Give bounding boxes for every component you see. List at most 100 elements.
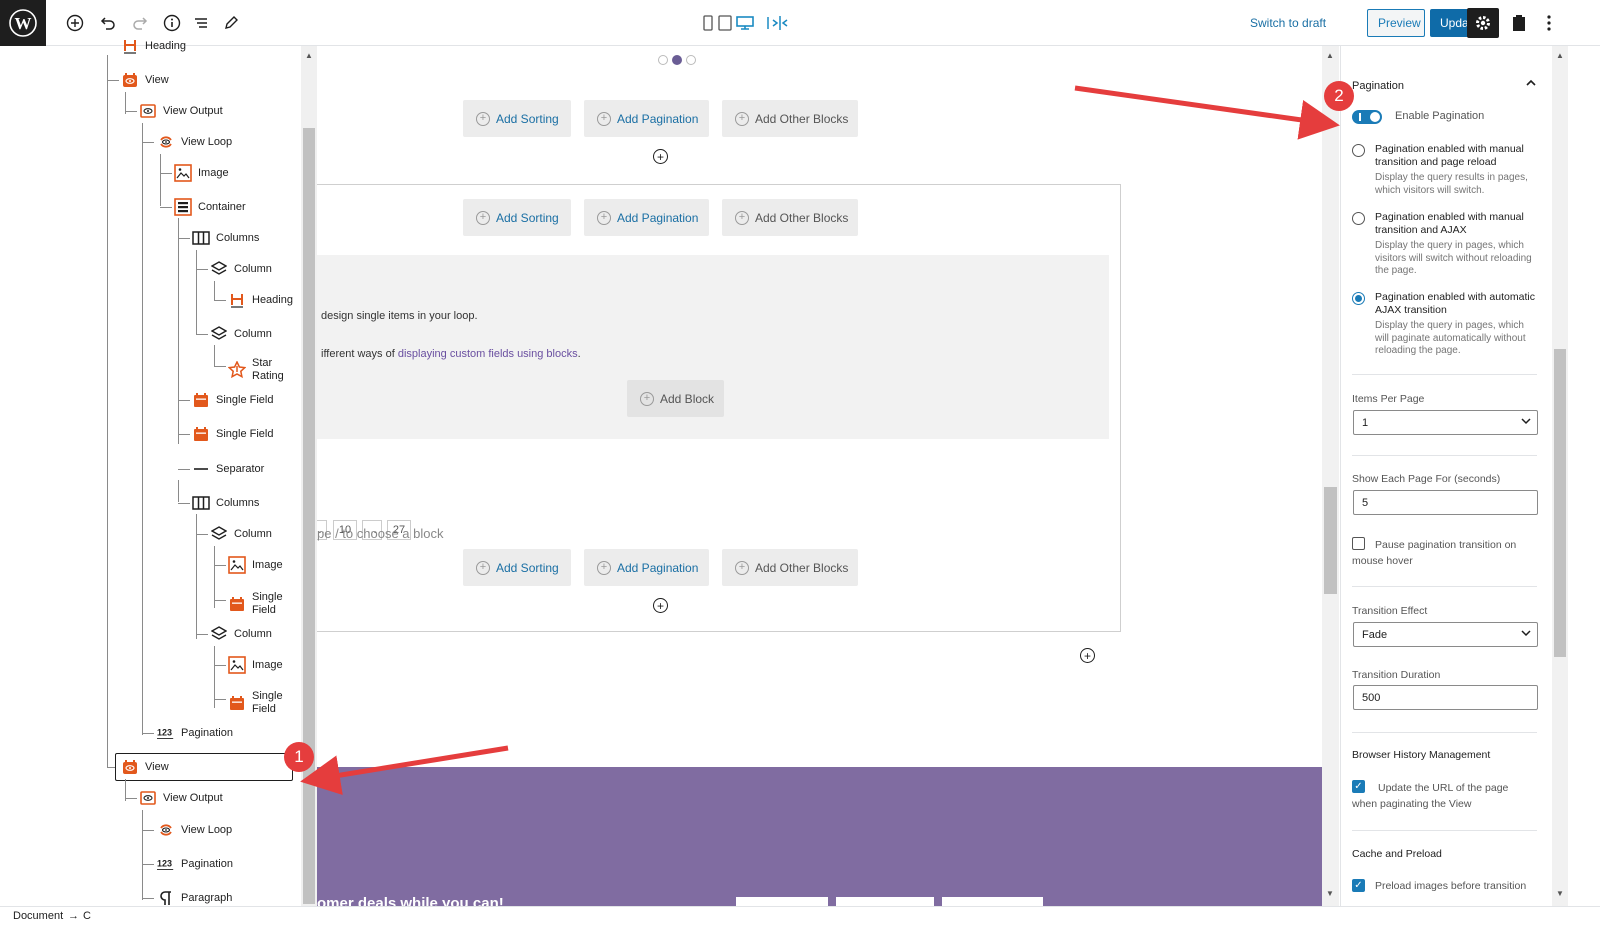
preview-split-icon[interactable]: [770, 13, 790, 33]
undo-icon[interactable]: [98, 13, 118, 33]
list-view-item[interactable]: View Loop: [157, 819, 232, 841]
scroll-down-icon[interactable]: ▼: [1326, 889, 1334, 898]
list-view-item[interactable]: View Loop: [157, 131, 232, 153]
list-view-item-label: Single Field: [252, 591, 283, 617]
wordpress-logo-icon[interactable]: W: [0, 0, 46, 46]
list-view-item[interactable]: Single Field: [228, 688, 283, 718]
show-each-page-input[interactable]: 5: [1353, 490, 1538, 515]
pencil-icon[interactable]: [221, 13, 241, 33]
list-view-item-label-line: Column: [234, 262, 272, 275]
add-pagination-button[interactable]: + Add Pagination: [584, 199, 709, 236]
list-view-item[interactable]: View Output: [139, 100, 223, 122]
list-view-item[interactable]: Column: [210, 258, 272, 280]
settings-gear-icon[interactable]: [1467, 8, 1499, 38]
update-url-label: Update the URL of the page when paginati…: [1352, 782, 1509, 810]
settings-scroll-thumb[interactable]: [1554, 349, 1566, 657]
annotation-badge-2: 2: [1324, 81, 1354, 111]
list-view-item-label-line: View Output: [163, 791, 223, 804]
list-view-icon[interactable]: [191, 13, 211, 33]
list-view-item[interactable]: 123 Pagination: [157, 722, 233, 744]
add-other-blocks-button[interactable]: + Add Other Blocks: [722, 549, 858, 586]
add-block-icon[interactable]: [65, 13, 85, 33]
scroll-up-icon[interactable]: ▲: [1556, 51, 1564, 60]
desktop-preview-icon[interactable]: [735, 13, 755, 33]
list-view-item[interactable]: Separator: [192, 458, 264, 480]
list-view-item-label: Column: [234, 528, 272, 541]
preview-button[interactable]: Preview: [1367, 9, 1425, 37]
enable-pagination-toggle[interactable]: [1352, 110, 1382, 124]
add-block-button[interactable]: + Add Block: [627, 380, 724, 417]
list-view-item[interactable]: Single Field: [228, 589, 283, 619]
block-appender-hint[interactable]: pe / to choose a block: [317, 526, 443, 541]
heading-icon: [228, 291, 246, 309]
transition-effect-select[interactable]: Fade: [1353, 622, 1538, 647]
list-view-item[interactable]: Container: [174, 196, 246, 218]
tablet-preview-icon[interactable]: [715, 13, 735, 33]
list-view-item[interactable]: Single Field: [192, 423, 273, 445]
list-view-item[interactable]: Columns: [192, 227, 259, 249]
breadcrumb-document[interactable]: Document: [13, 910, 63, 922]
add-sorting-button[interactable]: + Add Sorting: [463, 199, 571, 236]
inserter-plus-icon[interactable]: +: [1080, 648, 1095, 663]
items-per-page-select[interactable]: 1: [1353, 410, 1538, 435]
pagination-mode-radio[interactable]: [1352, 292, 1365, 305]
add-sorting-button[interactable]: + Add Sorting: [463, 549, 571, 586]
pagination-mode-title[interactable]: Pagination enabled with manual transitio…: [1375, 143, 1540, 169]
list-view-item[interactable]: View Output: [139, 787, 223, 809]
clipboard-icon[interactable]: [1509, 13, 1529, 33]
list-view-item[interactable]: Image: [228, 654, 283, 676]
switch-to-draft-link[interactable]: Switch to draft: [1250, 16, 1326, 30]
list-view-item[interactable]: Columns: [192, 492, 259, 514]
list-view-item[interactable]: Image: [174, 162, 229, 184]
list-view-item[interactable]: Heading: [121, 35, 186, 57]
column-icon: [210, 525, 228, 543]
pagination-mode-radio[interactable]: [1352, 144, 1365, 157]
redo-icon[interactable]: [130, 13, 150, 33]
canvas-scroll-thumb[interactable]: [1324, 487, 1337, 594]
banner-button[interactable]: [942, 897, 1043, 906]
scroll-down-icon[interactable]: ▼: [1556, 889, 1564, 898]
inserter-plus-icon[interactable]: +: [653, 598, 668, 613]
pagination-mode-title[interactable]: Pagination enabled with automatic AJAX t…: [1375, 291, 1540, 317]
pagination-panel-title[interactable]: Pagination: [1352, 80, 1404, 92]
list-view-item[interactable]: Image: [228, 554, 283, 576]
pagination-mode-title[interactable]: Pagination enabled with manual transitio…: [1375, 211, 1540, 237]
list-view-item[interactable]: Heading: [228, 289, 293, 311]
preload-images-checkbox[interactable]: ✓: [1352, 879, 1365, 892]
list-view-item[interactable]: Star Rating: [228, 355, 284, 385]
list-view-item[interactable]: View: [121, 69, 169, 91]
add-sorting-button[interactable]: + Add Sorting: [463, 100, 571, 137]
list-view-item[interactable]: Column: [210, 323, 272, 345]
add-pagination-button[interactable]: + Add Pagination: [584, 100, 709, 137]
carousel-dot[interactable]: [686, 55, 696, 65]
tree-guide-line: [214, 366, 226, 367]
list-view-scroll-thumb[interactable]: [303, 128, 315, 904]
carousel-dot-active[interactable]: [672, 55, 682, 65]
chevron-up-icon[interactable]: [1525, 78, 1537, 91]
add-other-blocks-button[interactable]: + Add Other Blocks: [722, 199, 858, 236]
scroll-up-icon[interactable]: ▲: [1326, 51, 1334, 60]
inserter-plus-icon[interactable]: +: [653, 149, 668, 164]
more-options-icon[interactable]: [1539, 13, 1559, 33]
pagination-mode-description: Display the query in pages, which visito…: [1375, 240, 1532, 276]
list-view-item[interactable]: Column: [210, 523, 272, 545]
custom-fields-link[interactable]: displaying custom fields using blocks: [398, 348, 578, 360]
pagination-mode-radio[interactable]: [1352, 212, 1365, 225]
breadcrumb-bar: Document → C: [0, 906, 1600, 924]
banner-button[interactable]: [836, 897, 934, 906]
list-view-item[interactable]: View: [115, 753, 293, 781]
info-icon[interactable]: [162, 13, 182, 33]
single-field-icon: [192, 391, 210, 409]
breadcrumb-item[interactable]: C: [83, 910, 91, 922]
list-view-item[interactable]: Column: [210, 623, 272, 645]
carousel-dot[interactable]: [658, 55, 668, 65]
transition-duration-input[interactable]: 500: [1353, 685, 1538, 710]
settings-scrollbar[interactable]: ▲ ▼: [1552, 46, 1568, 906]
canvas-scrollbar[interactable]: ▲ ▼: [1322, 46, 1339, 906]
list-view-item[interactable]: Single Field: [192, 389, 273, 411]
scroll-up-icon[interactable]: ▲: [305, 51, 313, 60]
list-view-item[interactable]: 123 Pagination: [157, 853, 233, 875]
add-other-blocks-button[interactable]: + Add Other Blocks: [722, 100, 858, 137]
add-pagination-button[interactable]: + Add Pagination: [584, 549, 709, 586]
banner-button[interactable]: [736, 897, 828, 906]
